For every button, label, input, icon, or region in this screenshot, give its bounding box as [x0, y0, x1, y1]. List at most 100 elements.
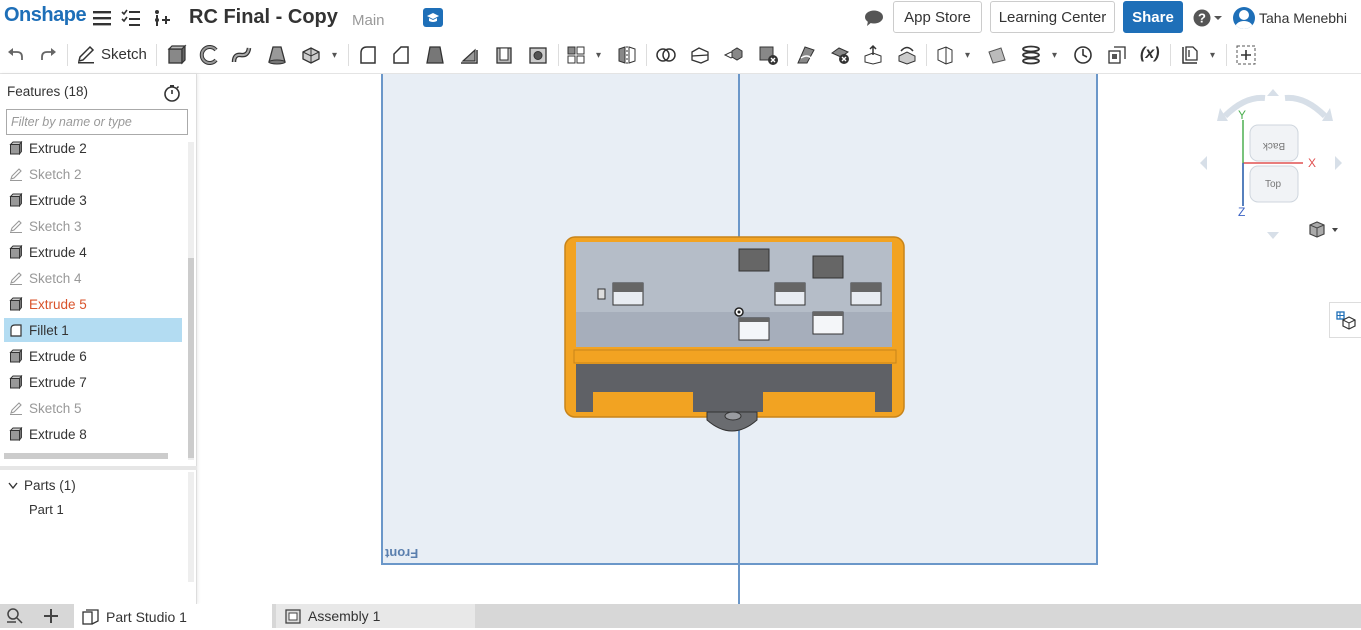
replace-face-icon[interactable]	[896, 44, 918, 66]
feature-label: Sketch 5	[29, 400, 82, 416]
plane-icon[interactable]	[934, 44, 956, 66]
features-header: Features (18)	[7, 84, 89, 99]
app-store-button[interactable]: App Store	[893, 1, 982, 33]
toolbar-divider	[646, 44, 647, 66]
hole-icon[interactable]	[527, 44, 549, 66]
assembly-icon	[285, 609, 301, 624]
feature-label: Extrude 8	[29, 426, 87, 442]
sketch-label: Sketch	[101, 45, 147, 63]
draft-icon[interactable]	[424, 44, 446, 66]
modify-fillet-icon[interactable]	[795, 44, 817, 66]
help-icon[interactable]: ?	[1193, 8, 1223, 28]
split-icon[interactable]	[689, 44, 711, 66]
variable-button[interactable]: (x)	[1140, 45, 1166, 67]
extrude-icon	[4, 245, 29, 259]
transform-icon[interactable]	[722, 44, 744, 66]
helix-icon[interactable]	[1020, 44, 1042, 66]
list-filter-icon[interactable]	[121, 8, 141, 28]
chevron-down-icon[interactable]: ▾	[1052, 50, 1062, 61]
shell-icon[interactable]	[493, 44, 515, 66]
parts-header[interactable]: Parts (1)	[8, 478, 76, 493]
feature-label: Extrude 4	[29, 244, 87, 260]
hamburger-menu-icon[interactable]	[92, 8, 112, 28]
rib-icon[interactable]	[458, 44, 480, 66]
feature-list-item[interactable]: Sketch 5	[4, 396, 182, 420]
feature-list-item[interactable]: Sketch 2	[4, 162, 182, 186]
pencil-icon	[4, 401, 29, 415]
loft-icon[interactable]	[266, 44, 288, 66]
pencil-icon	[4, 219, 29, 233]
feature-list-item[interactable]: Fillet 1	[4, 318, 182, 342]
thicken-icon[interactable]	[300, 44, 322, 66]
fillet-icon	[4, 323, 29, 337]
part-model[interactable]	[555, 232, 915, 437]
toolbar-divider	[1170, 44, 1171, 66]
feature-list-horizontal-scrollbar[interactable]	[4, 453, 168, 459]
feature-list-item[interactable]: Extrude 2	[4, 136, 182, 160]
share-button[interactable]: Share	[1123, 1, 1183, 33]
feature-list-item[interactable]: Extrude 3	[4, 188, 182, 212]
stopwatch-icon[interactable]	[163, 84, 181, 102]
feature-list-scrollbar-thumb[interactable]	[188, 258, 194, 458]
tab-assembly-label: Assembly 1	[308, 608, 381, 624]
chevron-down-icon[interactable]: ▾	[965, 50, 975, 61]
chamfer-icon[interactable]	[390, 44, 412, 66]
boolean-icon[interactable]	[655, 44, 677, 66]
sketch-button[interactable]: Sketch	[76, 44, 147, 64]
feature-list-item[interactable]: Extrude 7	[4, 370, 182, 394]
insert-feature-icon[interactable]	[151, 8, 171, 28]
graduation-cap-icon[interactable]	[423, 8, 443, 27]
move-face-icon[interactable]	[862, 44, 884, 66]
linear-pattern-icon[interactable]	[565, 44, 587, 66]
feature-list-item[interactable]: Extrude 6	[4, 344, 182, 368]
extrude-icon	[4, 349, 29, 363]
add-custom-feature-icon[interactable]	[1235, 44, 1257, 66]
undo-icon[interactable]	[5, 44, 27, 66]
add-tab-icon[interactable]	[42, 607, 60, 625]
chevron-down-icon[interactable]: ▾	[596, 50, 606, 61]
delete-face-icon[interactable]	[829, 44, 851, 66]
feature-list-item[interactable]: Extrude 4	[4, 240, 182, 264]
sweep-icon[interactable]	[231, 44, 253, 66]
view-cube-back-face[interactable]: Back	[1262, 140, 1285, 151]
feature-list-item[interactable]: Sketch 4	[4, 266, 182, 290]
view-options-button[interactable]	[1306, 220, 1342, 240]
feature-label: Extrude 6	[29, 348, 87, 364]
mirror-icon[interactable]	[616, 44, 638, 66]
view-cube-top-face[interactable]: Top	[1265, 179, 1282, 190]
chevron-down-icon[interactable]: ▾	[1210, 50, 1220, 61]
learning-center-button[interactable]: Learning Center	[990, 1, 1115, 33]
feature-list-item[interactable]: Extrude 5	[4, 292, 182, 316]
tab-assembly[interactable]: Assembly 1	[276, 604, 475, 628]
plane-label: Front	[385, 546, 419, 561]
extrude-icon[interactable]	[165, 44, 187, 66]
panel-splitter[interactable]	[0, 466, 197, 470]
parts-scrollbar-track[interactable]	[188, 472, 194, 582]
part-studio-icon	[82, 609, 99, 625]
feature-list-item[interactable]: Extrude 8	[4, 422, 182, 446]
part-list-item[interactable]: Part 1	[29, 502, 64, 517]
chevron-down-icon[interactable]: ▾	[332, 50, 342, 61]
revolve-icon[interactable]	[198, 44, 220, 66]
custom-feature-icon[interactable]	[1179, 44, 1201, 66]
delete-part-icon[interactable]	[757, 44, 779, 66]
fillet-icon[interactable]	[357, 44, 379, 66]
tab-part-studio[interactable]: Part Studio 1	[74, 604, 272, 628]
extrude-icon	[4, 297, 29, 311]
measure-icon[interactable]	[1072, 44, 1094, 66]
section-view-icon[interactable]	[1106, 44, 1128, 66]
comment-icon[interactable]	[864, 8, 884, 28]
tab-manager-icon[interactable]	[6, 607, 24, 625]
branch-label[interactable]: Main	[352, 12, 385, 29]
document-title[interactable]: RC Final - Copy	[189, 6, 338, 29]
onshape-logo[interactable]: Onshape	[4, 4, 87, 27]
appearance-panel-button[interactable]	[1329, 302, 1361, 338]
toolbar-divider	[156, 44, 157, 66]
toolbar-divider	[67, 44, 68, 66]
redo-icon[interactable]	[37, 44, 59, 66]
user-menu[interactable]: Taha Menebhi	[1233, 7, 1347, 29]
mate-connector-icon[interactable]	[986, 44, 1008, 66]
feature-list-item[interactable]: Sketch 3	[4, 214, 182, 238]
extrude-icon	[4, 427, 29, 441]
feature-filter-input[interactable]: Filter by name or type	[6, 109, 188, 135]
